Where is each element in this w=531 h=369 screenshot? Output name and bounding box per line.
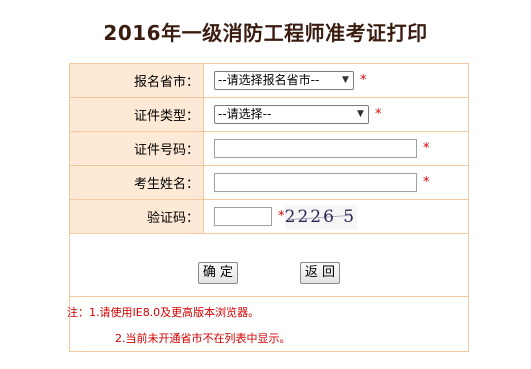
required-mark: * xyxy=(423,141,430,156)
page-title: 2016年一级消防工程师准考证打印 xyxy=(103,21,428,45)
province-select[interactable]: --请选择报名省市-- ▼ xyxy=(214,71,354,90)
required-mark: * xyxy=(360,73,367,88)
province-select-value: --请选择报名省市-- xyxy=(218,73,320,87)
cert-type-label: 证件类型： xyxy=(69,97,204,132)
captcha-image[interactable]: 2226 5 xyxy=(284,204,357,229)
row-buttons: 确 定 返 回 xyxy=(69,233,469,297)
chevron-down-icon: ▼ xyxy=(357,109,364,119)
name-label: 考生姓名： xyxy=(69,165,204,200)
row-province: 报名省市： --请选择报名省市-- ▼ * xyxy=(69,63,469,98)
required-mark: * xyxy=(375,107,382,122)
name-input[interactable] xyxy=(214,173,417,192)
row-cert-type: 证件类型： --请选择-- ▼ * xyxy=(69,97,469,132)
cert-type-select[interactable]: --请选择-- ▼ xyxy=(214,105,369,124)
cert-type-select-value: --请选择-- xyxy=(218,107,272,121)
captcha-input[interactable] xyxy=(214,207,272,226)
province-label: 报名省市： xyxy=(69,63,204,98)
required-mark: * xyxy=(423,175,430,190)
confirm-button[interactable]: 确 定 xyxy=(198,262,238,284)
captcha-label: 验证码： xyxy=(69,199,204,234)
required-mark: * xyxy=(278,209,285,224)
row-cert-number: 证件号码： * xyxy=(69,131,469,166)
chevron-down-icon: ▼ xyxy=(342,75,349,85)
note-provinces: 2.当前未开通省市不在列表中显示。 xyxy=(115,332,291,345)
note-browser: 注：1.请使用IE8.0及更高版本浏览器。 xyxy=(67,306,260,319)
row-name: 考生姓名： * xyxy=(69,165,469,200)
cert-number-input[interactable] xyxy=(214,139,417,158)
row-captcha: 验证码： * 2226 5 xyxy=(69,199,469,234)
cert-number-label: 证件号码： xyxy=(69,131,204,166)
back-button[interactable]: 返 回 xyxy=(300,262,340,284)
